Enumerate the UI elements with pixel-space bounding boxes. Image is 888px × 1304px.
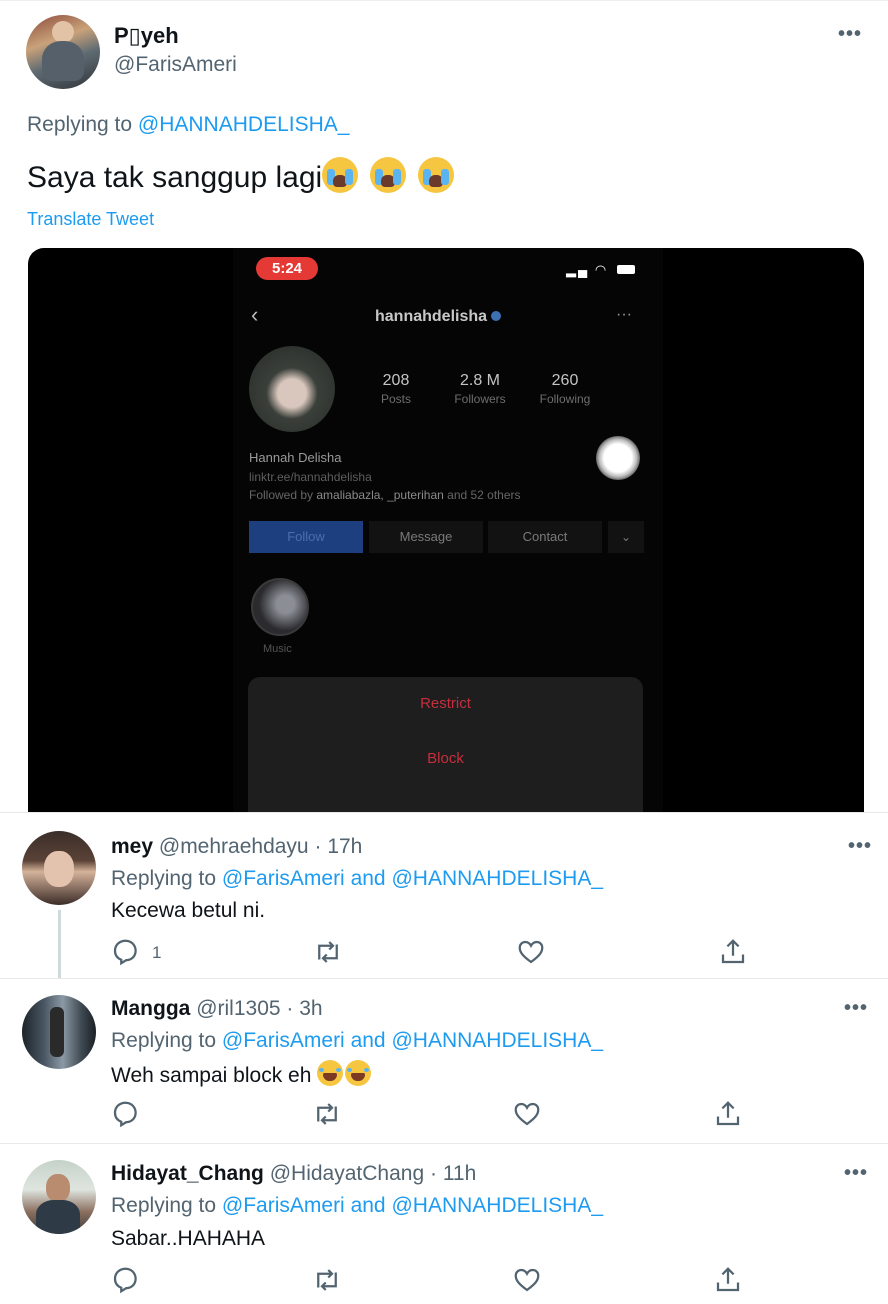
reply-text: Weh sampai block eh bbox=[111, 1064, 312, 1087]
like-heart-icon[interactable] bbox=[516, 937, 546, 967]
reply-text: Kecewa betul ni. bbox=[111, 899, 266, 922]
battery-icon bbox=[616, 265, 635, 274]
mention-link[interactable]: @HANNAHDELISHA_ bbox=[391, 867, 603, 890]
thread-connector-line bbox=[58, 910, 61, 978]
like-heart-icon[interactable] bbox=[512, 1099, 542, 1129]
face-with-tears-of-joy-icon bbox=[345, 1060, 372, 1086]
share-icon[interactable] bbox=[718, 937, 748, 967]
status-icons: ▂▄ ◠ bbox=[566, 262, 635, 278]
share-icon[interactable] bbox=[713, 1265, 743, 1295]
reply-handle[interactable]: @HidayatChang bbox=[270, 1162, 424, 1185]
reply-display-name[interactable]: mey bbox=[111, 835, 153, 858]
tweet-text: Saya tak sanggup lagi bbox=[27, 157, 466, 195]
retweet-icon[interactable] bbox=[312, 1265, 342, 1295]
like-heart-icon[interactable] bbox=[512, 1265, 542, 1295]
main-avatar[interactable] bbox=[26, 15, 100, 89]
ig-story-highlight bbox=[251, 578, 309, 636]
reply-icon[interactable] bbox=[110, 937, 140, 967]
loudly-crying-face-icon bbox=[418, 157, 455, 193]
reply-text: Sabar..HAHAHA bbox=[111, 1227, 266, 1250]
separator-dot: · bbox=[429, 1162, 437, 1185]
reply-avatar[interactable] bbox=[22, 995, 96, 1069]
reply-icon[interactable] bbox=[110, 1099, 140, 1129]
author-display-name[interactable]: P▯yeh bbox=[114, 23, 179, 49]
ig-highlight-label: Music bbox=[263, 643, 292, 655]
ig-message-button: Message bbox=[369, 521, 483, 553]
reply-avatar[interactable] bbox=[22, 831, 96, 905]
separator-dot: · bbox=[314, 835, 322, 858]
tweet-media-video[interactable]: 5:24 ▂▄ ◠ ‹ hannahdelisha ··· 208 Posts … bbox=[28, 248, 864, 813]
reply-display-name[interactable]: Hidayat_Chang bbox=[111, 1162, 264, 1185]
ig-more-icon: ··· bbox=[616, 306, 632, 323]
reply-tweet[interactable]: Mangga @ril1305 · 3h ••• Replying to @Fa… bbox=[0, 978, 888, 1142]
stat-following: 260 Following bbox=[539, 372, 591, 406]
reply-header: Hidayat_Chang @HidayatChang · 11h bbox=[111, 1162, 476, 1186]
mention-link[interactable]: @FarisAmeri bbox=[222, 867, 345, 890]
reply-time[interactable]: 3h bbox=[299, 997, 322, 1020]
ig-profile-avatar bbox=[249, 346, 335, 432]
main-tweet: P▯yeh @FarisAmeri ••• Replying to @HANNA… bbox=[0, 0, 888, 813]
loudly-crying-face-icon bbox=[370, 157, 407, 193]
reply-handle[interactable]: @mehraehdayu bbox=[159, 835, 309, 858]
replying-to-line: Replying to @HANNAHDELISHA_ bbox=[27, 113, 349, 137]
stat-posts: 208 Posts bbox=[380, 372, 411, 406]
reply-count: 1 bbox=[152, 943, 162, 962]
replying-to-mention[interactable]: @HANNAHDELISHA_ bbox=[138, 113, 350, 136]
signal-icon: ▂▄ bbox=[566, 262, 590, 277]
more-options-icon[interactable]: ••• bbox=[844, 997, 868, 1020]
back-chevron-icon: ‹ bbox=[251, 302, 259, 327]
reply-header: Mangga @ril1305 · 3h bbox=[111, 997, 323, 1021]
ig-username: hannahdelisha bbox=[375, 308, 502, 326]
ig-action-sheet: Restrict Block bbox=[248, 677, 643, 813]
ig-full-name: Hannah Delisha bbox=[249, 450, 342, 465]
tweet-text-content: Saya tak sanggup lagi bbox=[27, 161, 323, 194]
retweet-icon[interactable] bbox=[312, 1099, 342, 1129]
ig-restrict-option: Restrict bbox=[420, 695, 471, 712]
reply-handle[interactable]: @ril1305 bbox=[196, 997, 280, 1020]
replying-prefix: Replying to bbox=[27, 113, 133, 136]
mention-link[interactable]: @FarisAmeri bbox=[222, 1194, 345, 1217]
reply-tweet[interactable]: mey @mehraehdayu · 17h ••• Replying to @… bbox=[0, 812, 888, 976]
share-icon[interactable] bbox=[713, 1099, 743, 1129]
ig-follow-button: Follow bbox=[249, 521, 363, 553]
reply-icon[interactable] bbox=[110, 1265, 140, 1295]
chevron-down-icon: ⌄ bbox=[608, 521, 644, 553]
face-with-tears-of-joy-icon bbox=[317, 1060, 344, 1086]
ig-followed-by: Followed by amaliabazla, _puterihan and … bbox=[249, 488, 521, 502]
reply-text-line: Weh sampai block eh bbox=[111, 1060, 373, 1088]
translate-tweet-link[interactable]: Translate Tweet bbox=[27, 209, 154, 230]
replying-to-line: Replying to @FarisAmeri and @HANNAHDELIS… bbox=[111, 1029, 604, 1052]
ig-block-option: Block bbox=[427, 750, 464, 767]
more-options-icon[interactable]: ••• bbox=[848, 835, 872, 858]
stat-followers: 2.8 M Followers bbox=[454, 372, 506, 406]
ig-contact-button: Contact bbox=[488, 521, 602, 553]
replying-to-line: Replying to @FarisAmeri and @HANNAHDELIS… bbox=[111, 867, 604, 890]
loudly-crying-face-icon bbox=[322, 157, 359, 193]
verified-badge-icon bbox=[491, 311, 502, 321]
reply-display-name[interactable]: Mangga bbox=[111, 997, 190, 1020]
more-options-icon[interactable]: ••• bbox=[838, 23, 862, 46]
separator-dot: · bbox=[286, 997, 294, 1020]
retweet-icon[interactable] bbox=[313, 937, 343, 967]
touch-indicator bbox=[596, 436, 640, 480]
reply-avatar[interactable] bbox=[22, 1160, 96, 1234]
reply-header: mey @mehraehdayu · 17h bbox=[111, 835, 362, 859]
mention-link[interactable]: @HANNAHDELISHA_ bbox=[391, 1029, 603, 1052]
mention-link[interactable]: @FarisAmeri bbox=[222, 1029, 345, 1052]
ig-bio-link: linktr.ee/hannahdelisha bbox=[249, 470, 372, 484]
author-handle[interactable]: @FarisAmeri bbox=[114, 53, 237, 77]
replying-to-line: Replying to @FarisAmeri and @HANNAHDELIS… bbox=[111, 1194, 604, 1217]
reply-tweet[interactable]: Hidayat_Chang @HidayatChang · 11h ••• Re… bbox=[0, 1143, 888, 1304]
reply-time[interactable]: 17h bbox=[327, 835, 362, 858]
wifi-icon: ◠ bbox=[594, 262, 609, 277]
mention-link[interactable]: @HANNAHDELISHA_ bbox=[391, 1194, 603, 1217]
reply-time[interactable]: 11h bbox=[443, 1162, 476, 1185]
phone-screen-recording: 5:24 ▂▄ ◠ ‹ hannahdelisha ··· 208 Posts … bbox=[233, 248, 663, 813]
status-time: 5:24 bbox=[256, 257, 318, 280]
more-options-icon[interactable]: ••• bbox=[844, 1162, 868, 1185]
